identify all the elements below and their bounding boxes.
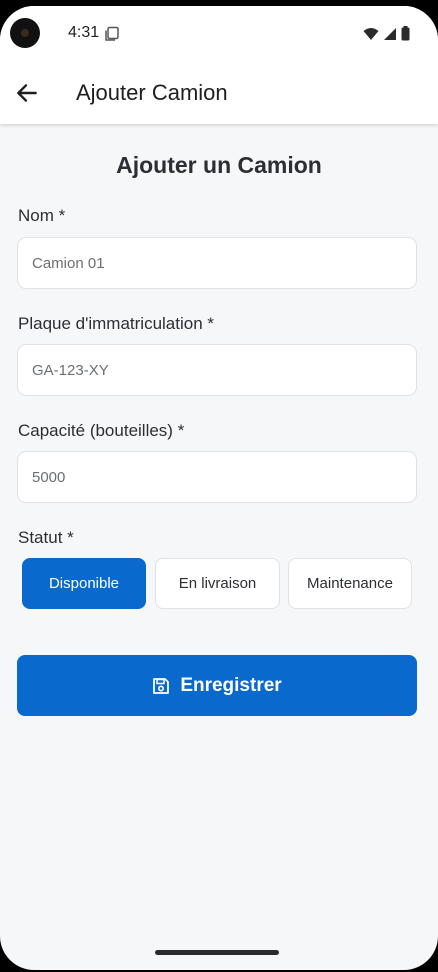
- wifi-icon: [363, 27, 379, 40]
- phone-screen: 4:31 Ajouter Camion Ajouter un Camion No…: [0, 6, 438, 970]
- app-bar: Ajouter Camion: [0, 62, 438, 124]
- status-label: Statut *: [18, 528, 74, 547]
- name-input[interactable]: [17, 237, 417, 289]
- status-time: 4:31: [68, 24, 100, 41]
- screenshot-icon: [105, 26, 119, 41]
- app-bar-title: Ajouter Camion: [76, 80, 228, 105]
- battery-icon: [401, 26, 410, 41]
- home-indicator[interactable]: [155, 950, 279, 955]
- capacity-input[interactable]: [17, 451, 417, 503]
- status-option-maintenance[interactable]: Maintenance: [288, 558, 412, 609]
- camera-cutout: [10, 18, 40, 48]
- save-icon: [153, 677, 170, 694]
- form-title: Ajouter un Camion: [116, 152, 322, 178]
- save-button[interactable]: Enregistrer: [17, 655, 417, 716]
- capacity-label: Capacité (bouteilles) *: [18, 421, 185, 440]
- save-button-label: Enregistrer: [180, 674, 282, 696]
- status-option-disponible[interactable]: Disponible: [22, 558, 146, 609]
- back-arrow-icon[interactable]: [14, 80, 40, 106]
- signal-icon: [384, 27, 396, 40]
- plate-label: Plaque d'immatriculation *: [18, 314, 215, 333]
- name-label: Nom *: [18, 206, 66, 225]
- status-bar: 4:31: [0, 6, 438, 62]
- system-icons: [363, 26, 410, 41]
- status-option-en-livraison[interactable]: En livraison: [155, 558, 280, 609]
- plate-input[interactable]: [17, 344, 417, 396]
